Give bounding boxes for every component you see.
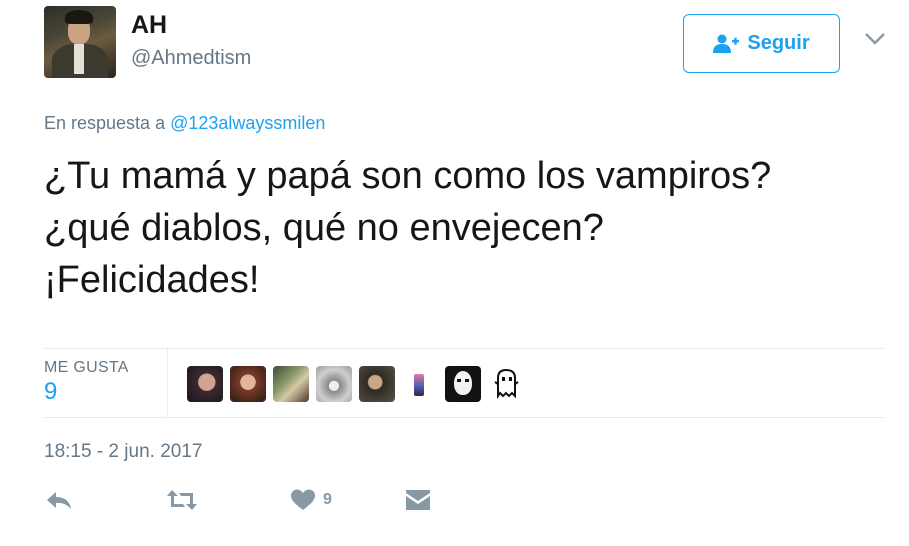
like-count: 9 (323, 491, 332, 508)
liker-avatar[interactable] (359, 366, 395, 402)
direct-message-icon (406, 490, 430, 510)
like-button[interactable]: 9 (291, 486, 332, 514)
liker-avatar[interactable] (402, 366, 438, 402)
follow-person-icon (713, 34, 740, 53)
tweet-timestamp[interactable]: 18:15 - 2 jun. 2017 (44, 441, 202, 463)
liker-avatar[interactable] (445, 366, 481, 402)
reply-prefix: En respuesta a (44, 113, 166, 133)
heart-icon (291, 489, 315, 510)
tweet-text: ¿Tu mamá y papá son como los vampiros? ¿… (44, 150, 884, 306)
likes-count: 9 (44, 378, 58, 405)
likes-label: ME GUSTA (44, 359, 129, 376)
follow-button-label: Seguir (747, 32, 810, 54)
reply-mention-link[interactable]: @123alwayssmilen (170, 113, 325, 133)
retweet-icon (167, 490, 197, 510)
likers-avatars (187, 366, 524, 402)
tweet-line: ¡Felicidades! (44, 259, 260, 301)
follow-button[interactable]: Seguir (683, 14, 840, 73)
direct-message-button[interactable] (405, 486, 431, 514)
liker-avatar[interactable] (230, 366, 266, 402)
likes-stat[interactable]: ME GUSTA 9 (44, 349, 168, 417)
liker-avatar[interactable] (187, 366, 223, 402)
liker-avatar[interactable] (488, 366, 524, 402)
reply-context: En respuesta a @123alwayssmilen (44, 113, 325, 134)
reply-button[interactable] (46, 486, 72, 514)
author-name[interactable]: AH (131, 11, 167, 40)
tweet-line: ¿Tu mamá y papá son como los vampiros? (44, 155, 772, 197)
liker-avatar[interactable] (316, 366, 352, 402)
author-avatar[interactable] (44, 6, 116, 78)
tweet-line: ¿qué diablos, qué no envejecen? (44, 207, 604, 249)
ghost-icon (494, 368, 519, 400)
chevron-down-icon[interactable] (864, 32, 886, 46)
reply-icon (47, 492, 71, 509)
retweet-button[interactable] (167, 486, 197, 514)
tweet-stats: ME GUSTA 9 (44, 348, 884, 418)
liker-avatar[interactable] (273, 366, 309, 402)
author-handle[interactable]: @Ahmedtism (131, 47, 251, 70)
